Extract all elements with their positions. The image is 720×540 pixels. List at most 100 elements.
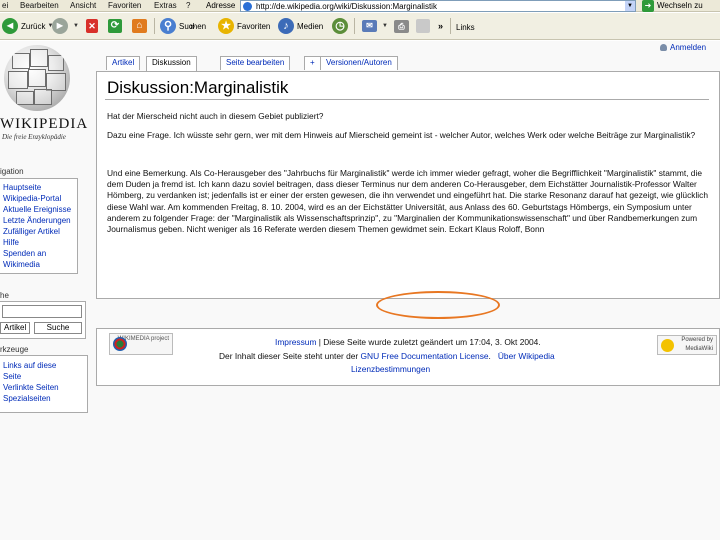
menu-tools[interactable]: Extras	[154, 1, 177, 10]
search-icon: ⚲	[160, 18, 176, 34]
menu-bar: ei Bearbeiten Ansicht Favoriten Extras ?…	[0, 0, 720, 12]
license-separator: .	[488, 351, 498, 361]
license-terms-link[interactable]: Lizenzbestimmungen	[351, 364, 430, 374]
favorites-label: Favoriten	[237, 21, 271, 31]
tools-title: rkzeuge	[0, 345, 29, 354]
toolbar-separator	[354, 18, 355, 34]
menu-help[interactable]: ?	[186, 1, 190, 10]
refresh-icon: ⟳	[108, 19, 122, 33]
content-area: Diskussion:Marginalistik Hat der Miersch…	[96, 71, 720, 299]
last-modified-text: | Diese Seite wurde zuletzt geändert um …	[316, 337, 541, 347]
page-footer: WIKIMEDIA project Impressum | Diese Seit…	[96, 328, 720, 386]
wikimedia-icon	[113, 337, 127, 351]
page-icon	[243, 1, 252, 11]
menu-favorites[interactable]: Favoriten	[108, 1, 141, 10]
toolbar-separator	[450, 18, 451, 34]
search-input[interactable]	[2, 305, 82, 318]
wikimedia-project-badge[interactable]: WIKIMEDIA project	[109, 333, 173, 355]
page-tabs: Artikel Diskussion Seite bearbeiten + Ve…	[96, 56, 720, 71]
article-button[interactable]: Artikel	[0, 322, 31, 334]
nav-item-random-article[interactable]: Zufälliger Artikel	[0, 226, 77, 237]
chevron-down-icon[interactable]: ▼	[382, 23, 388, 29]
refresh-button[interactable]: ⟳	[108, 17, 125, 35]
navigation-portlet: Hauptseite Wikipedia-Portal Aktuelle Ere…	[0, 178, 78, 274]
mail-button[interactable]: ✉ ▼	[362, 17, 388, 35]
title-divider	[105, 99, 709, 100]
paragraph-2: Dazu eine Frage. Ich wüsste sehr gern, w…	[107, 130, 696, 140]
menu-view[interactable]: Ansicht	[70, 1, 96, 10]
browser-toolbar: ◄ Zurück ▼ ► ▼ ✕ ⟳ ⌂ ⚲ Suchen » ★ Favori…	[0, 13, 720, 40]
mediawiki-label: Powered by MediaWiki	[681, 337, 713, 352]
nav-item-main-page[interactable]: Hauptseite	[0, 182, 77, 193]
tool-item-related-changes[interactable]: Verlinkte Seiten	[0, 382, 87, 393]
about-link[interactable]: Über Wikipedia	[498, 351, 555, 361]
signature-highlight-circle	[376, 291, 500, 319]
media-button[interactable]: ♪ Medien	[278, 17, 323, 35]
tab-article[interactable]: Artikel	[106, 56, 141, 70]
gfdl-link[interactable]: GNU Free Documentation License	[361, 351, 489, 361]
tools-portlet: Links auf diese Seite Verlinkte Seiten S…	[0, 355, 88, 413]
address-dropdown-icon[interactable]: ▼	[625, 1, 635, 11]
print-button[interactable]: ⎙	[394, 17, 412, 35]
search-submit-button[interactable]: Suche	[34, 322, 82, 334]
menu-file[interactable]: ei	[2, 1, 8, 10]
tab-discussion[interactable]: Diskussion	[146, 56, 197, 71]
edit-button[interactable]	[416, 17, 433, 35]
go-arrow-icon[interactable]: ➜	[642, 0, 654, 12]
back-label: Zurück	[21, 21, 46, 31]
puzzle-globe-icon	[4, 45, 70, 111]
paragraph-3: Und eine Bemerkung. Als Co-Herausgeber d…	[107, 168, 709, 235]
stop-icon: ✕	[86, 19, 98, 33]
favorites-button[interactable]: ★ Favoriten	[218, 17, 270, 35]
tab-add-section[interactable]: +	[304, 56, 321, 70]
links-button[interactable]: Links	[456, 23, 475, 32]
tool-item-page[interactable]: Seite	[0, 371, 87, 382]
search-button[interactable]: ⚲ Suchen	[160, 17, 206, 35]
mail-icon: ✉	[362, 20, 377, 32]
user-icon	[660, 44, 667, 51]
star-icon: ★	[218, 18, 234, 34]
wikipedia-logo[interactable]: WIKIPEDIA Die freie Enzyklopädie	[0, 41, 92, 165]
address-bar[interactable]: http://de.wikipedia.org/wiki/Diskussion:…	[240, 0, 636, 12]
back-button[interactable]: ◄ Zurück ▼	[2, 17, 53, 35]
footer-line-3: Lizenzbestimmungen	[351, 364, 430, 374]
address-url[interactable]: http://de.wikipedia.org/wiki/Diskussion:…	[256, 2, 437, 11]
tool-item-what-links-here[interactable]: Links auf diese	[0, 360, 87, 371]
nav-item-donate[interactable]: Spenden an	[0, 248, 77, 259]
nav-title: igation	[0, 167, 24, 176]
login-link[interactable]: Anmelden	[660, 43, 706, 52]
mediawiki-sunflower-icon	[661, 339, 674, 352]
toolbar-separator	[154, 18, 155, 34]
history-button[interactable]: ◷	[332, 17, 351, 35]
page-title: Diskussion:Marginalistik	[107, 78, 289, 97]
tab-history[interactable]: Versionen/Autoren	[320, 56, 398, 70]
menu-edit[interactable]: Bearbeiten	[20, 1, 59, 10]
wikipedia-wordmark: WIKIPEDIA	[0, 116, 89, 132]
printer-icon: ⎙	[394, 19, 409, 33]
nav-item-current-events[interactable]: Aktuelle Ereignisse	[0, 204, 77, 215]
home-button[interactable]: ⌂	[132, 17, 150, 35]
tab-edit[interactable]: Seite bearbeiten	[220, 56, 291, 70]
tool-item-special-pages[interactable]: Spezialseiten	[0, 393, 87, 404]
media-icon: ♪	[278, 18, 294, 34]
chevron-down-icon[interactable]: ▼	[73, 23, 79, 29]
stop-button[interactable]: ✕	[86, 17, 101, 35]
forward-arrow-icon: ►	[52, 18, 68, 34]
more-chevron-icon[interactable]: »	[190, 21, 195, 31]
mediawiki-badge[interactable]: Powered by MediaWiki	[657, 335, 717, 355]
go-button[interactable]: Wechseln zu	[657, 1, 703, 10]
nav-item-recent-changes[interactable]: Letzte Änderungen	[0, 215, 77, 226]
impressum-link[interactable]: Impressum	[275, 337, 316, 347]
more-chevron-icon[interactable]: »	[438, 21, 443, 31]
nav-item-help[interactable]: Hilfe	[0, 237, 77, 248]
media-label: Medien	[297, 21, 324, 31]
footer-line-1: Impressum | Diese Seite wurde zuletzt ge…	[275, 337, 541, 347]
forward-button[interactable]: ► ▼	[52, 17, 79, 35]
footer-line-2: Der Inhalt dieser Seite steht unter der …	[219, 351, 555, 361]
back-arrow-icon: ◄	[2, 18, 18, 34]
nav-item-wikimedia[interactable]: Wikimedia	[0, 259, 77, 270]
paragraph-1: Hat der Mierscheid nicht auch in diesem …	[107, 111, 324, 121]
edit-icon	[416, 19, 430, 33]
nav-item-portal[interactable]: Wikipedia-Portal	[0, 193, 77, 204]
history-icon: ◷	[332, 18, 348, 34]
